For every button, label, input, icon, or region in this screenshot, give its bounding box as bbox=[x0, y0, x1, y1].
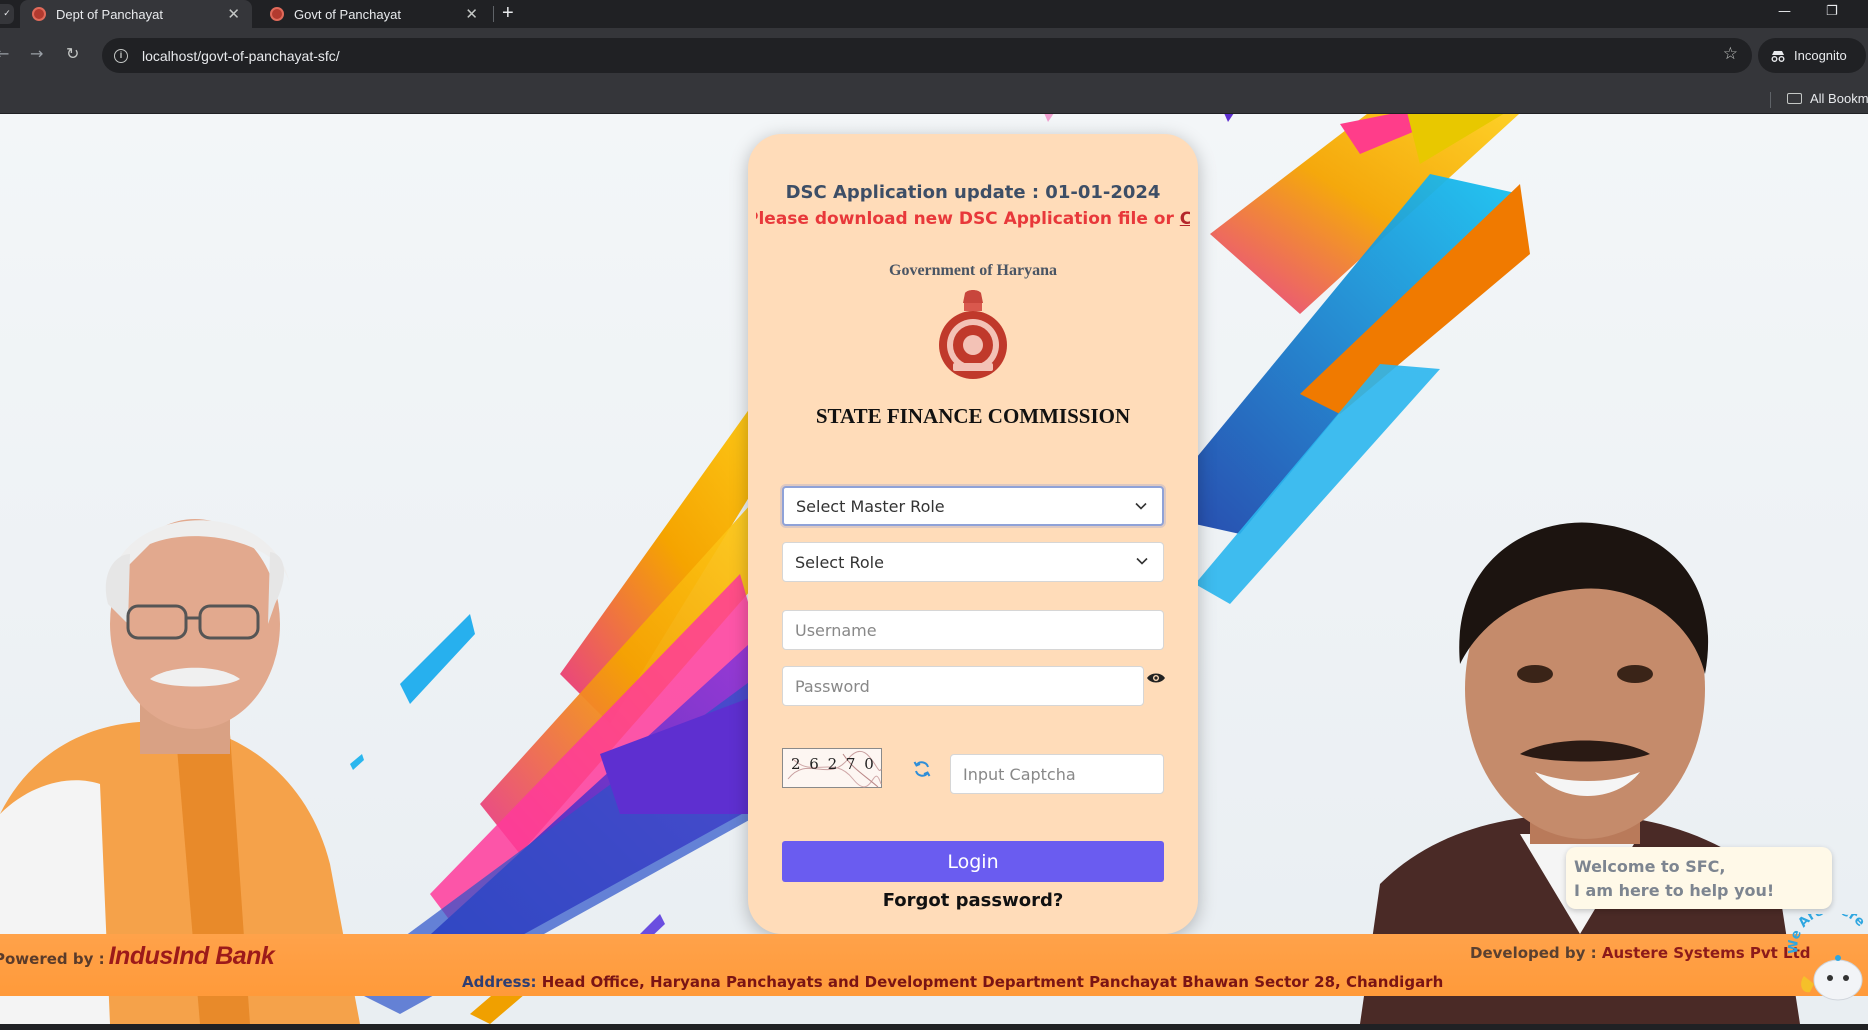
dsc-marquee: Please download new DSC Application file… bbox=[756, 209, 1190, 235]
incognito-button[interactable]: Incognito bbox=[1758, 38, 1866, 73]
bookmark-star-icon[interactable]: ☆ bbox=[1723, 44, 1738, 64]
browser-toolbar: ← → ↻ i localhost/govt-of-panchayat-sfc/… bbox=[0, 28, 1868, 84]
government-title: Government of Haryana bbox=[889, 262, 1057, 279]
footer-band: Powered by : IndusInd Bank Developed by … bbox=[0, 934, 1868, 996]
forward-icon[interactable]: → bbox=[30, 44, 43, 63]
back-icon[interactable]: ← bbox=[0, 44, 9, 63]
site-info-icon[interactable]: i bbox=[114, 48, 128, 63]
eye-icon[interactable] bbox=[1146, 671, 1166, 685]
all-bookmarks-button[interactable]: All Bookmarks bbox=[1787, 91, 1868, 106]
login-card: DSC Application update : 01-01-2024 Plea… bbox=[748, 134, 1198, 934]
powered-by: Powered by : IndusInd Bank bbox=[0, 942, 275, 971]
developed-by-label: Developed by : bbox=[1470, 944, 1597, 962]
tab-title: Govt of Panchayat bbox=[294, 6, 401, 22]
captcha-input[interactable] bbox=[950, 754, 1164, 794]
marquee-text: Please download new DSC Application file… bbox=[756, 209, 1180, 229]
url-text[interactable]: localhost/govt-of-panchayat-sfc/ bbox=[142, 48, 340, 64]
captcha-image: 2 6 2 7 0 bbox=[782, 748, 882, 788]
tab-title: Dept of Panchayat bbox=[56, 6, 163, 22]
forgot-password-link[interactable]: Forgot password? bbox=[748, 890, 1198, 911]
chatbot-welcome-bubble[interactable]: Welcome to SFC, I am here to help you! bbox=[1566, 847, 1832, 909]
login-button[interactable]: Login bbox=[782, 841, 1164, 882]
chatbot-line-1: Welcome to SFC, bbox=[1574, 857, 1726, 876]
chatbot-line-2: I am here to help you! bbox=[1574, 881, 1775, 900]
username-input[interactable] bbox=[782, 610, 1164, 650]
bookmarks-separator bbox=[1770, 92, 1771, 108]
incognito-label: Incognito bbox=[1794, 48, 1847, 63]
haryana-emblem-icon bbox=[939, 290, 1007, 379]
tab-separator bbox=[493, 6, 494, 22]
minimize-icon[interactable]: — bbox=[1778, 4, 1791, 19]
powered-by-label: Powered by : bbox=[0, 950, 105, 968]
captcha-text: 2 6 2 7 0 bbox=[791, 755, 876, 773]
role-select[interactable]: Select Role bbox=[782, 542, 1164, 582]
developed-by: Developed by : Austere Systems Pvt Ltd bbox=[1470, 944, 1810, 962]
master-role-select[interactable]: Select Master Role bbox=[782, 486, 1164, 526]
refresh-captcha-icon[interactable] bbox=[913, 760, 931, 778]
role-value: Select Role bbox=[795, 552, 884, 572]
password-input[interactable] bbox=[782, 666, 1144, 706]
sfc-title: STATE FINANCE COMMISSION bbox=[815, 404, 1131, 428]
dsc-update-title: DSC Application update : 01-01-2024 bbox=[785, 182, 1161, 203]
address: Address: Head Office, Haryana Panchayats… bbox=[462, 973, 1443, 991]
all-bookmarks-label: All Bookmarks bbox=[1810, 91, 1868, 106]
chatbot-icon[interactable]: We Are Here bbox=[1788, 914, 1868, 1004]
bottom-strip bbox=[0, 1024, 1868, 1030]
chevron-down-icon bbox=[1136, 557, 1148, 565]
address-label: Address: bbox=[462, 973, 537, 991]
favicon-icon bbox=[32, 7, 46, 21]
favicon-icon bbox=[270, 7, 284, 21]
chatbot-badge-text: We Are Here bbox=[1788, 914, 1868, 954]
tab-strip: ✓ Dept of Panchayat ✕ Govt of Panchayat … bbox=[0, 0, 1868, 28]
bookmarks-bar: All Bookmarks bbox=[0, 84, 1868, 114]
incognito-icon bbox=[1771, 50, 1785, 62]
page-viewport: DSC Application update : 01-01-2024 Plea… bbox=[0, 114, 1868, 1024]
address-bar[interactable]: i localhost/govt-of-panchayat-sfc/ ☆ bbox=[102, 38, 1752, 73]
tab-govt-of-panchayat[interactable]: Govt of Panchayat ✕ bbox=[258, 0, 490, 28]
folder-icon bbox=[1787, 93, 1802, 104]
close-icon[interactable]: ✕ bbox=[227, 5, 240, 23]
tab-search-icon[interactable]: ✓ bbox=[0, 4, 14, 24]
indusind-bank-logo: IndusInd Bank bbox=[108, 942, 275, 970]
close-icon[interactable]: ✕ bbox=[465, 5, 478, 23]
tab-dept-of-panchayat[interactable]: Dept of Panchayat ✕ bbox=[20, 0, 252, 28]
address-value: Head Office, Haryana Panchayats and Deve… bbox=[536, 973, 1444, 991]
svg-text:We Are Here: We Are Here bbox=[1788, 914, 1868, 954]
restore-icon[interactable]: ❐ bbox=[1826, 4, 1838, 19]
developer-name: Austere Systems Pvt Ltd bbox=[1596, 944, 1811, 962]
reload-icon[interactable]: ↻ bbox=[66, 44, 79, 63]
marquee-click-link[interactable]: Click here bbox=[1180, 209, 1190, 229]
chevron-down-icon bbox=[1135, 502, 1147, 510]
new-tab-icon[interactable]: + bbox=[502, 2, 514, 25]
master-role-value: Select Master Role bbox=[796, 496, 945, 516]
